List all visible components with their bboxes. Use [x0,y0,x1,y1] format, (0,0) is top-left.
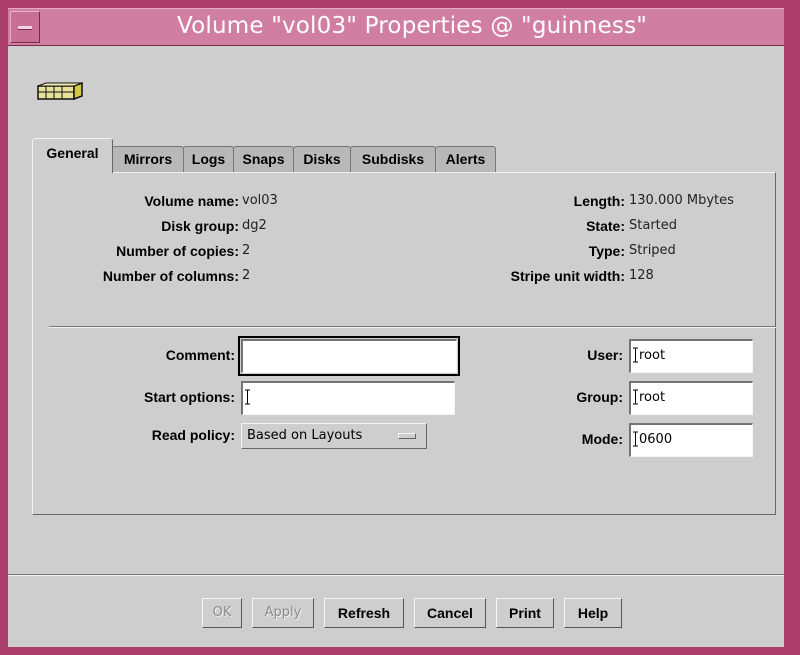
group-label: Group: [576,389,623,405]
length-value: 130.000 Mbytes [629,193,734,208]
read-policy-label: Read policy: [151,427,235,443]
ok-button[interactable]: OK [202,598,242,628]
stripe-unit-width-value: 128 [629,268,654,283]
user-label: User: [587,347,623,363]
text-cursor-icon [633,347,638,362]
tab-snaps[interactable]: Snaps [233,146,294,172]
window-menu-icon [18,26,32,30]
group-field[interactable]: root [629,381,753,415]
state-value: Started [629,218,678,233]
window-title: Volume "vol03" Properties @ "guinness" [176,13,648,39]
window-menu-button[interactable] [10,11,40,43]
text-cursor-icon [245,389,250,404]
start-options-field[interactable] [241,381,455,415]
type-label: Type: [588,243,625,259]
cancel-button[interactable]: Cancel [414,598,486,628]
tab-alerts[interactable]: Alerts [435,146,496,172]
volume-name-label: Volume name: [144,193,239,209]
help-button[interactable]: Help [564,598,622,628]
text-cursor-icon [633,389,638,404]
tab-mirrors[interactable]: Mirrors [112,146,184,172]
tab-disks[interactable]: Disks [293,146,351,172]
button-bar-separator [8,574,784,576]
general-tab-panel: Volume name: vol03 Disk group: dg2 Numbe… [32,172,776,515]
tab-subdisks[interactable]: Subdisks [350,146,436,172]
mode-value: 0600 [639,432,673,447]
user-value: root [639,348,666,363]
refresh-button[interactable]: Refresh [324,598,404,628]
text-cursor-icon [633,431,638,446]
comment-label: Comment: [165,347,235,363]
read-policy-select[interactable]: Based on Layouts [241,423,427,449]
volume-icon [37,82,83,101]
mode-field[interactable]: 0600 [629,423,753,457]
stripe-unit-width-label: Stripe unit width: [510,268,625,284]
volume-name-value: vol03 [242,193,278,208]
option-menu-indicator-icon [398,433,416,439]
number-of-copies-label: Number of copies: [116,243,239,259]
apply-button[interactable]: Apply [252,598,314,628]
type-value: Striped [629,243,676,258]
title-bar[interactable]: Volume "vol03" Properties @ "guinness" [8,8,784,46]
disk-group-label: Disk group: [161,218,239,234]
group-value: root [639,390,666,405]
mode-label: Mode: [581,431,623,447]
tab-general[interactable]: General [32,138,113,173]
length-label: Length: [573,193,625,209]
window-frame: Volume "vol03" Properties @ "guinness" G… [0,0,792,651]
dialog-body: General Mirrors Logs Snaps Disks Subdisk… [8,46,784,647]
tab-logs[interactable]: Logs [183,146,234,172]
print-button[interactable]: Print [496,598,554,628]
separator [49,326,776,328]
read-policy-value: Based on Layouts [247,428,363,443]
start-options-label: Start options: [144,389,235,405]
number-of-columns-value: 2 [242,268,251,283]
number-of-copies-value: 2 [242,243,251,258]
number-of-columns-label: Number of columns: [102,268,239,284]
disk-group-value: dg2 [242,218,267,233]
comment-field[interactable] [238,336,460,376]
user-field[interactable]: root [629,339,753,373]
state-label: State: [586,218,625,234]
